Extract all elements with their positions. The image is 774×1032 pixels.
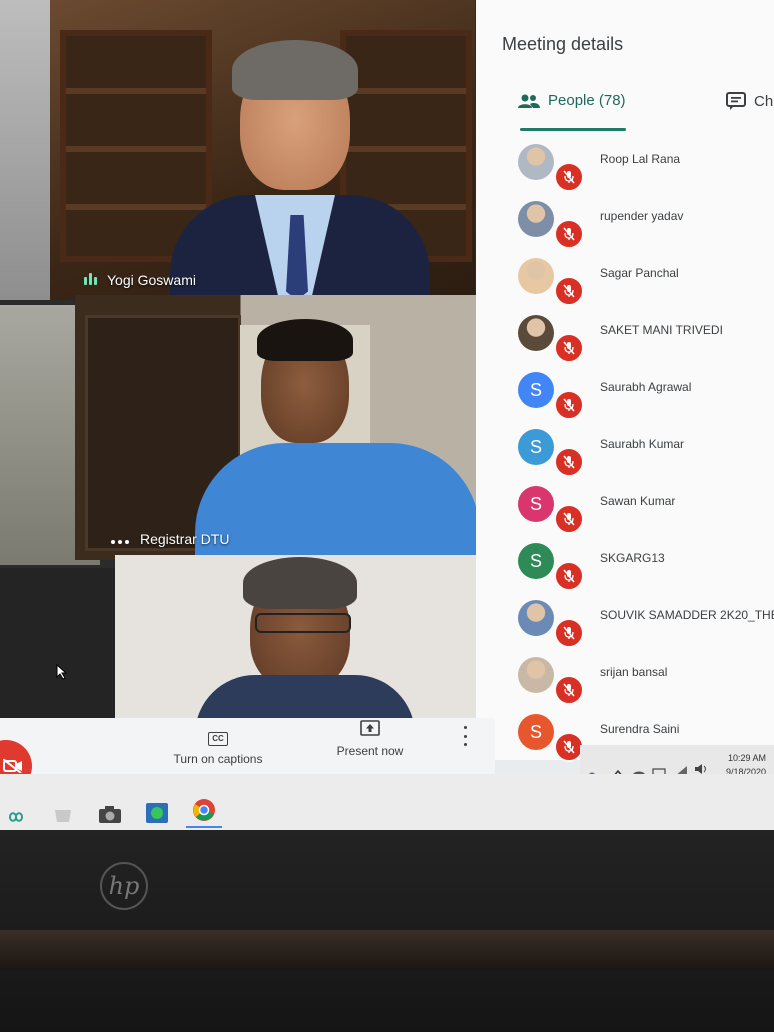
meeting-details-panel: Meeting details People (78) Ch Roop Lal …: [476, 0, 774, 762]
participant-avatar: [518, 657, 554, 693]
participant-glasses: [255, 613, 351, 633]
tile-label-registrar-dtu: Registrar DTU: [111, 531, 229, 547]
tab-chat[interactable]: Ch: [726, 92, 773, 110]
video-tile-participant-3[interactable]: [115, 555, 492, 718]
screen: Yogi Goswami Registrar DTU Meeting detai…: [0, 0, 774, 840]
speaking-indicator-icon: [84, 272, 99, 288]
participant-row[interactable]: S SKGARG13: [476, 539, 774, 596]
participant-name: SKGARG13: [600, 551, 665, 565]
whatsapp-icon[interactable]: [145, 802, 169, 824]
panel-title: Meeting details: [502, 34, 624, 54]
video-grid: Yogi Goswami Registrar DTU: [0, 0, 492, 720]
participant-shirt: [195, 675, 415, 718]
mic-off-icon: [554, 675, 584, 705]
clock-time: 10:29 AM: [727, 753, 766, 763]
mic-off-icon: [554, 618, 584, 648]
participant-avatar: S: [518, 543, 554, 579]
hp-logo: hp: [100, 862, 148, 910]
participant-avatar: [518, 201, 554, 237]
participant-name: rupender yadav: [600, 209, 684, 223]
participant-name: Sawan Kumar: [600, 494, 676, 508]
registrar-hair: [257, 319, 353, 361]
mouse-cursor-icon: [56, 664, 68, 680]
participant-avatar: [518, 600, 554, 636]
participant-list: Roop Lal Rana rupender yadav Sagar Panchal…: [476, 140, 774, 767]
avatar-initial: S: [529, 436, 542, 457]
present-now-button[interactable]: Present now: [330, 720, 410, 758]
speaker-hair: [232, 40, 358, 100]
participant-row[interactable]: SAKET MANI TRIVEDI: [476, 311, 774, 368]
end-call-icon: [3, 759, 22, 773]
active-tab-indicator: [520, 128, 626, 131]
more-dots-icon: [111, 531, 132, 547]
participant-row[interactable]: srijan bansal: [476, 653, 774, 710]
tab-people[interactable]: People (78): [518, 92, 626, 109]
avatar-initial: S: [529, 493, 542, 514]
active-app-indicator: [186, 826, 222, 828]
participant-name: Roop Lal Rana: [600, 152, 681, 166]
tab-people-label: People (78): [548, 92, 626, 109]
participant-avatar: S: [518, 486, 554, 522]
mic-off-icon: [554, 390, 584, 420]
participant-name: Saurabh Agrawal: [600, 380, 692, 394]
participant-name: Yogi Goswami: [107, 272, 196, 288]
participant-name: SOUVIK SAMADDER 2K20_THE_: [600, 608, 774, 622]
more-options-icon[interactable]: [462, 726, 468, 746]
participant-row[interactable]: S Sawan Kumar: [476, 482, 774, 539]
chrome-icon[interactable]: [192, 798, 216, 822]
participant-name: srijan bansal: [600, 665, 668, 679]
participant-name: Registrar DTU: [140, 531, 230, 547]
mic-off-icon: [554, 219, 584, 249]
present-label: Present now: [336, 744, 404, 758]
participant-avatar: S: [518, 372, 554, 408]
mic-off-icon: [554, 447, 584, 477]
participant-row[interactable]: S Saurabh Agrawal: [476, 368, 774, 425]
meeting-controls-bar: CC Turn on captions Present now: [0, 718, 495, 792]
participant-avatar: S: [518, 714, 554, 750]
participant-hair: [243, 557, 357, 609]
video-tile-registrar-dtu[interactable]: Registrar DTU: [75, 295, 489, 560]
participant-name: SAKET MANI TRIVEDI: [600, 323, 723, 337]
people-icon: [518, 94, 540, 108]
captions-icon-glyph: CC: [212, 734, 224, 743]
participant-row[interactable]: S Saurabh Kumar: [476, 425, 774, 482]
video-tile-yogi-goswami[interactable]: Yogi Goswami: [50, 0, 475, 300]
mic-off-icon: [554, 333, 584, 363]
participant-row[interactable]: Roop Lal Rana: [476, 140, 774, 197]
present-icon: [360, 720, 380, 736]
avatar-initial: S: [529, 721, 542, 742]
video-tile-left-bottom[interactable]: [0, 568, 115, 718]
participant-row[interactable]: SOUVIK SAMADDER 2K20_THE_: [476, 596, 774, 653]
participant-name: Surendra Saini: [600, 722, 680, 736]
camera-icon[interactable]: [98, 804, 122, 824]
participant-row[interactable]: Sagar Panchal: [476, 254, 774, 311]
participant-avatar: [518, 315, 554, 351]
laptop-hinge: [0, 930, 774, 970]
turn-on-captions-button[interactable]: CC Turn on captions: [166, 732, 270, 766]
avatar-initial: S: [529, 550, 542, 571]
participant-avatar: [518, 144, 554, 180]
mic-off-icon: [554, 276, 584, 306]
captions-label: Turn on captions: [173, 752, 263, 766]
participant-name: Saurabh Kumar: [600, 437, 685, 451]
mic-off-icon: [554, 162, 584, 192]
avatar-initial: S: [529, 379, 542, 400]
infinity-icon[interactable]: [4, 810, 28, 824]
registrar-shirt: [195, 443, 480, 560]
participant-avatar: S: [518, 429, 554, 465]
captions-icon: CC: [208, 732, 228, 746]
participant-name: Sagar Panchal: [600, 266, 679, 280]
mic-off-icon: [554, 561, 584, 591]
mic-off-icon: [554, 504, 584, 534]
store-icon[interactable]: [52, 804, 74, 824]
chat-icon: [726, 92, 746, 110]
tile-label-yogi-goswami: Yogi Goswami: [84, 272, 196, 288]
participant-avatar: [518, 258, 554, 294]
participant-row[interactable]: rupender yadav: [476, 197, 774, 254]
tab-chat-label: Ch: [754, 92, 774, 110]
